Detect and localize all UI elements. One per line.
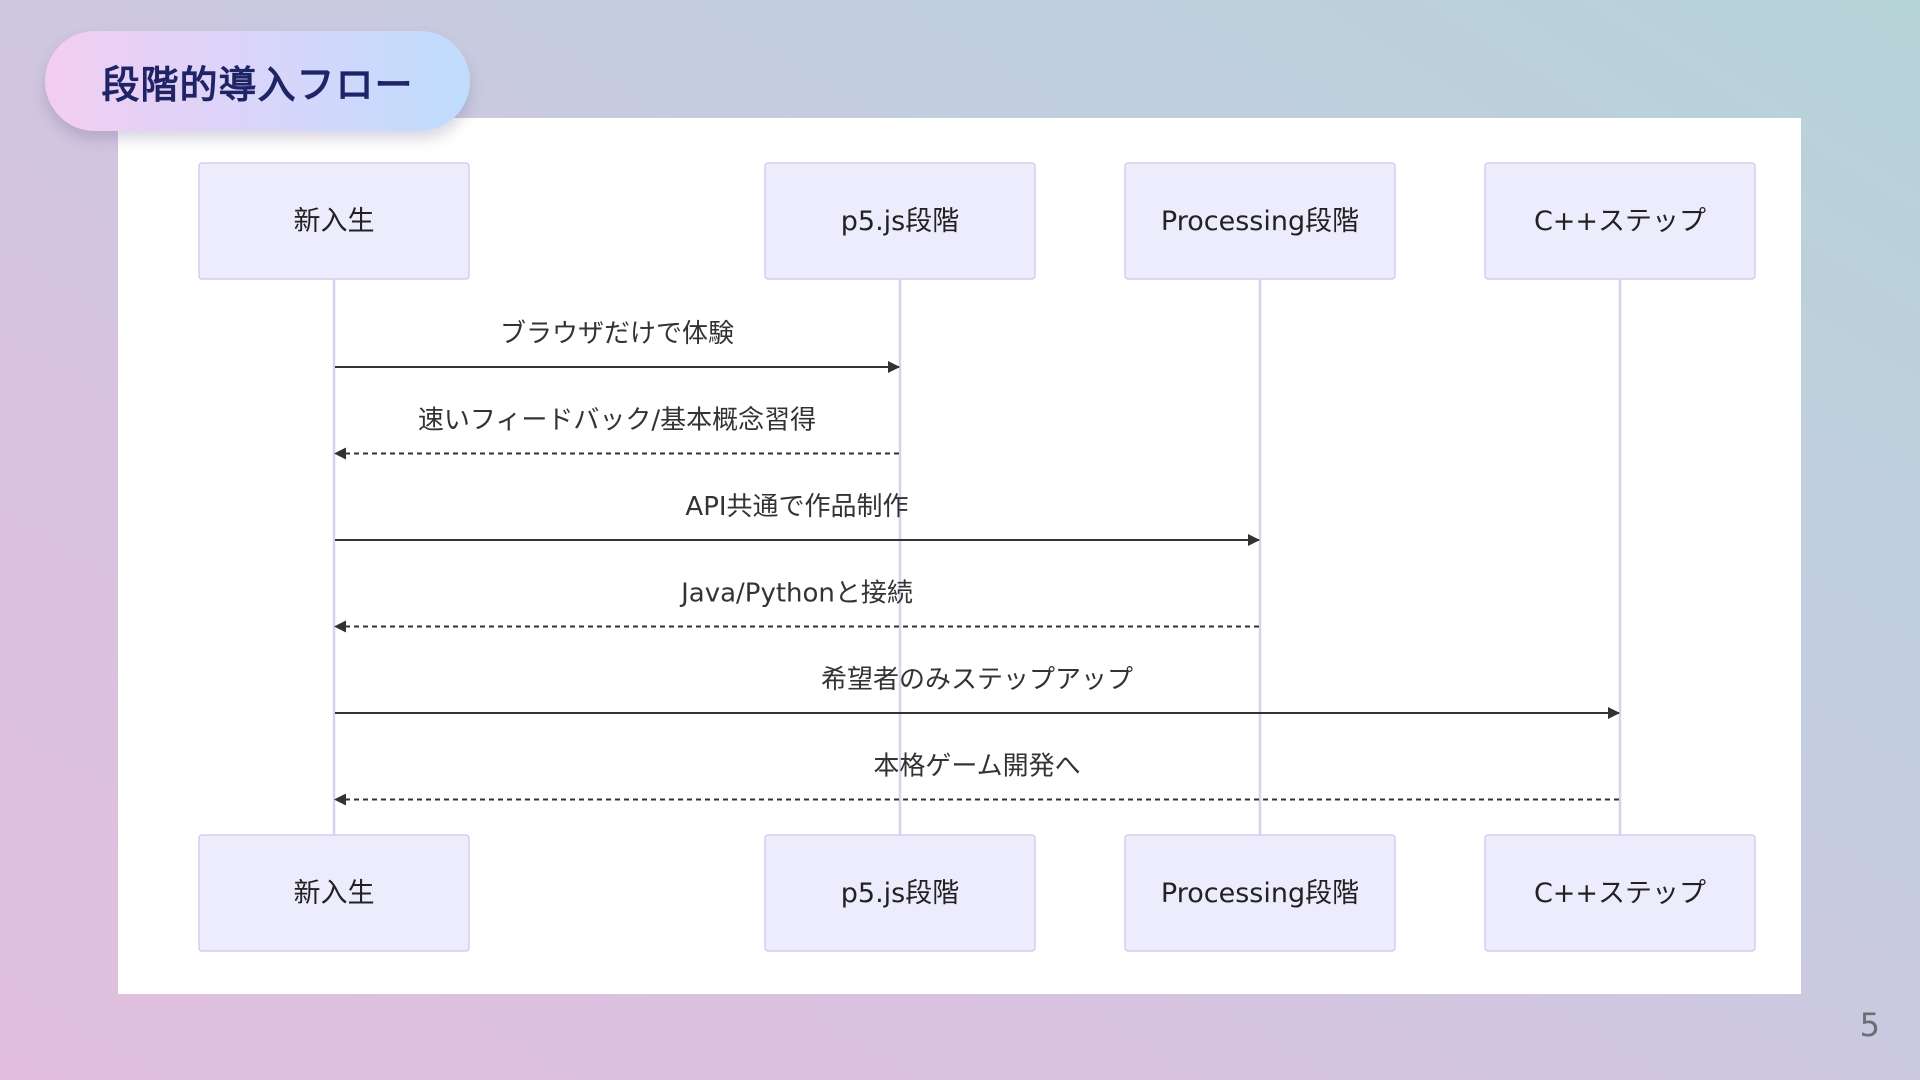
participant-label: Processing段階 xyxy=(1161,206,1359,237)
participants-layer: 新入生新入生p5.js段階p5.js段階Processing段階Processi… xyxy=(198,162,1756,952)
message-6: 本格ゲーム開発へ xyxy=(334,752,1619,806)
participant-label: C++ステップ xyxy=(1534,206,1706,237)
message-label: ブラウザだけで体験 xyxy=(500,319,734,349)
message-label: API共通で作品制作 xyxy=(685,492,908,522)
messages-layer: ブラウザだけで体験速いフィードバック/基本概念習得 API共通で作品制作 Java/… xyxy=(334,319,1620,806)
message-label: Java/Pythonと接続 xyxy=(679,579,913,609)
message-2: 速いフィードバック/基本概念習得 xyxy=(334,406,899,460)
message-5: 希望者のみステップアップ xyxy=(335,665,1620,719)
participant-label: Processing段階 xyxy=(1161,878,1359,909)
page-number: 5 xyxy=(1859,1006,1880,1044)
participant-label: 新入生 xyxy=(294,878,375,909)
participant-label: C++ステップ xyxy=(1534,878,1706,909)
message-label: 希望者のみステップアップ xyxy=(821,665,1133,695)
participant-cpp-bottom: C++ステップ xyxy=(1484,834,1756,952)
participant-label: 新入生 xyxy=(294,206,375,237)
message-4: Java/Pythonと接続 xyxy=(334,579,1259,633)
sequence-diagram-panel: ブラウザだけで体験速いフィードバック/基本概念習得 API共通で作品制作 Java/… xyxy=(118,118,1801,994)
participant-student-top: 新入生 xyxy=(198,162,470,280)
message-1: ブラウザだけで体験 xyxy=(335,319,900,373)
participant-cpp-top: C++ステップ xyxy=(1484,162,1756,280)
participant-label: p5.js段階 xyxy=(841,206,959,237)
participant-student-bottom: 新入生 xyxy=(198,834,470,952)
participant-p5js-bottom: p5.js段階 xyxy=(764,834,1036,952)
participant-p5js-top: p5.js段階 xyxy=(764,162,1036,280)
slide-title-pill: 段階的導入フロー xyxy=(45,31,470,131)
message-3: API共通で作品制作 xyxy=(335,492,1260,546)
participant-processing-top: Processing段階 xyxy=(1124,162,1396,280)
message-label: 本格ゲーム開発へ xyxy=(873,752,1080,782)
participant-processing-bottom: Processing段階 xyxy=(1124,834,1396,952)
sequence-diagram: ブラウザだけで体験速いフィードバック/基本概念習得 API共通で作品制作 Java/… xyxy=(198,162,1756,952)
message-label: 速いフィードバック/基本概念習得 xyxy=(418,406,816,436)
slide-title: 段階的導入フロー xyxy=(101,62,414,107)
participant-label: p5.js段階 xyxy=(841,878,959,909)
